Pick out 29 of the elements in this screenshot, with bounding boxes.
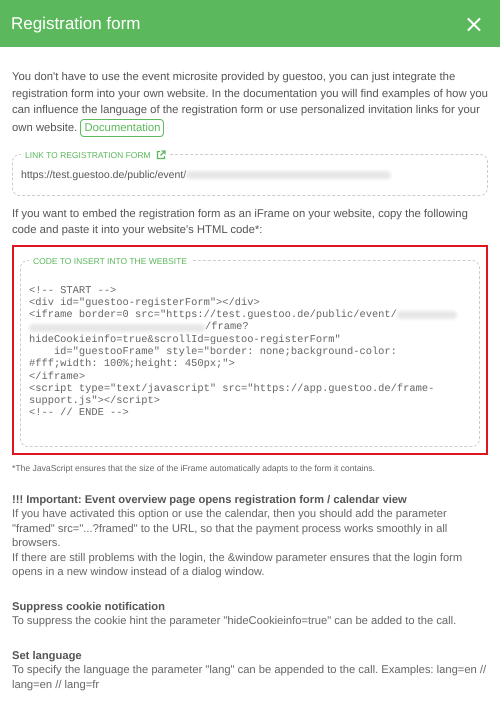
code-line: <div id="guestoo-registerForm"></div> xyxy=(29,296,260,310)
external-link-icon[interactable] xyxy=(156,150,166,160)
documentation-link[interactable]: Documentation xyxy=(80,118,164,136)
code-line: <iframe border=0 src="https://test.guestoo.de/public/event/ xyxy=(29,309,397,322)
section-text: To specify the language the parameter "lang" can be appended to the call. Examples: lang=en // lang=en // lang=fr xyxy=(12,663,488,692)
code-line: <script type="text/javascript" src="https://app.guestoo.de/frame- xyxy=(29,382,434,396)
code-line: <!-- START --> xyxy=(29,284,116,297)
code-line: support.js"></script> xyxy=(29,395,160,408)
embed-paragraph: If you want to embed the registration form as an iFrame on your website, copy the following code and paste it into your website's HTML code*: xyxy=(12,206,469,238)
code-line: /frame? xyxy=(205,321,249,334)
code-line: <!-- // ENDE --> xyxy=(29,407,129,420)
section-text: If there are still problems with the login, the &window parameter ensures that the login form opens in a new window instead of a dialog window. xyxy=(12,550,464,580)
section-heading: Suppress cookie notification xyxy=(12,600,166,614)
dialog-title: Registration form xyxy=(11,14,140,34)
section-text: To suppress the cookie hint the parameter "hideCookieinfo=true" can be added to the call. xyxy=(12,614,458,629)
section-heading: !!! Important: Event overview page opens registration form / calendar view xyxy=(12,492,408,508)
blurred-text xyxy=(396,311,457,320)
close-button[interactable]: × xyxy=(462,12,486,36)
field-label: LINK TO REGISTRATION FORM xyxy=(25,148,151,160)
footnote: *The JavaScript ensures that the size of the iFrame automatically adapts to the form it contains. xyxy=(12,462,376,473)
registration-url: https://test.guestoo.de/public/event/ xyxy=(21,168,186,180)
code-line: </iframe> xyxy=(29,370,86,383)
code-line: hideCookieinfo=true&scrollId=guestoo-registerForm" xyxy=(29,334,341,346)
field-label: CODE TO INSERT INTO THE WEBSITE xyxy=(33,254,187,266)
intro-paragraph: You don't have to use the event microsite provided by guestoo, you can just integrate the registration form into your own website. In the documentation you will find examples of how you can influence the language of the registration form or use personalized invitation links for your own website. Documentation xyxy=(12,69,488,136)
section-text: If you have activated this option or use the calendar, then you should add the parameter "framed" src="...?framed" to the URL, so that the payment process works smoothly in all browsers. xyxy=(12,507,448,551)
section-heading: Set language xyxy=(12,648,83,664)
code-line: id="guestooFrame" style="border: none;background-color: xyxy=(52,346,397,358)
code-line: #fff;width: 100%;height: 450px;"> xyxy=(29,358,235,371)
